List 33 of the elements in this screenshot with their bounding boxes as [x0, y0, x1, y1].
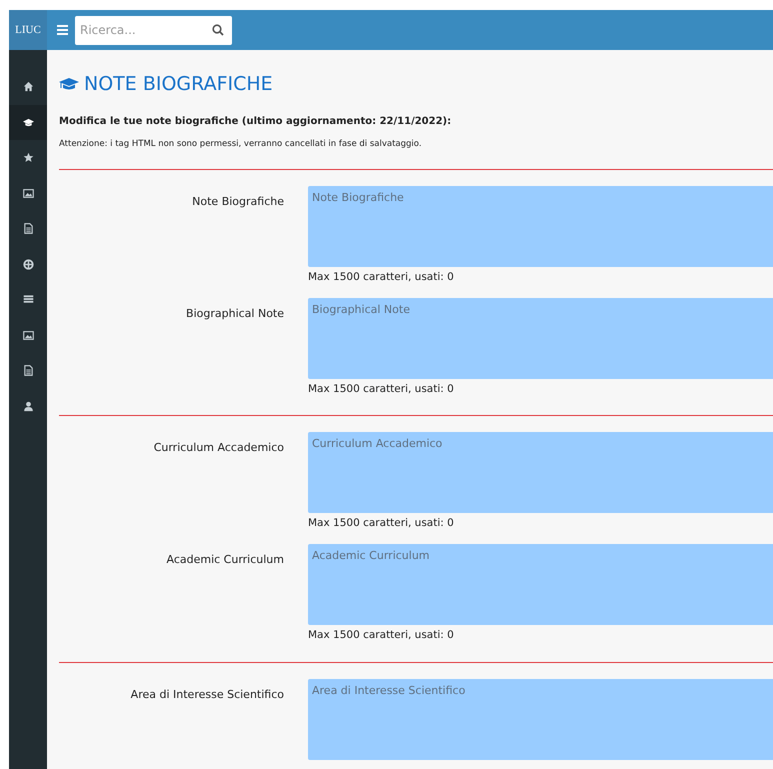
text-area[interactable]: Academic Curriculum — [308, 544, 773, 625]
warning-text: Attenzione: i tag HTML non sono permessi, verranno cancellati in fase di salvataggio. — [59, 138, 423, 151]
globe-icon — [22, 258, 34, 270]
image-icon — [22, 188, 34, 199]
search-icon[interactable] — [212, 24, 224, 36]
text-area[interactable]: Curriculum Accademico — [308, 432, 773, 514]
text-area[interactable]: Area di Interesse Scientifico — [308, 678, 773, 760]
image-icon — [22, 330, 34, 341]
document-icon — [22, 223, 34, 234]
character-counter: Max 1500 caratteri, usati: 0 — [308, 628, 455, 643]
graduation-cap-icon — [22, 116, 34, 128]
sidebar-item[interactable] — [9, 104, 47, 140]
field-label: Biographical Note — [185, 306, 284, 322]
character-counter: Max 1500 caratteri, usati: 0 — [308, 516, 455, 532]
star-icon — [22, 152, 34, 164]
user-icon — [22, 400, 34, 412]
graduation-cap-icon — [59, 77, 79, 91]
character-counter: Max 1500 caratteri, usati: 0 — [308, 270, 455, 285]
search-field[interactable]: Ricerca... — [75, 16, 232, 44]
character-counter: Max 1500 caratteri, usati: 0 — [308, 382, 455, 396]
logo: LIUC — [9, 10, 47, 50]
field-label: Curriculum Accademico — [152, 440, 284, 456]
home-icon — [22, 81, 34, 92]
text-area[interactable]: Note Biografiche — [308, 186, 773, 267]
list-icon — [22, 294, 34, 306]
field-label: Note Biografiche — [191, 194, 284, 210]
field-label: Area di Interesse Scientifico — [130, 686, 284, 703]
intro-text: Modifica le tue note biografiche (ultimo aggiornamento: 22/11/2022): — [59, 115, 452, 129]
text-area[interactable]: Biographical Note — [308, 298, 773, 378]
page-title: NOTE BIOGRAFICHE — [84, 72, 273, 97]
menu-icon[interactable] — [57, 25, 68, 35]
field-label: Academic Curriculum — [165, 552, 284, 568]
document-icon — [22, 365, 34, 376]
